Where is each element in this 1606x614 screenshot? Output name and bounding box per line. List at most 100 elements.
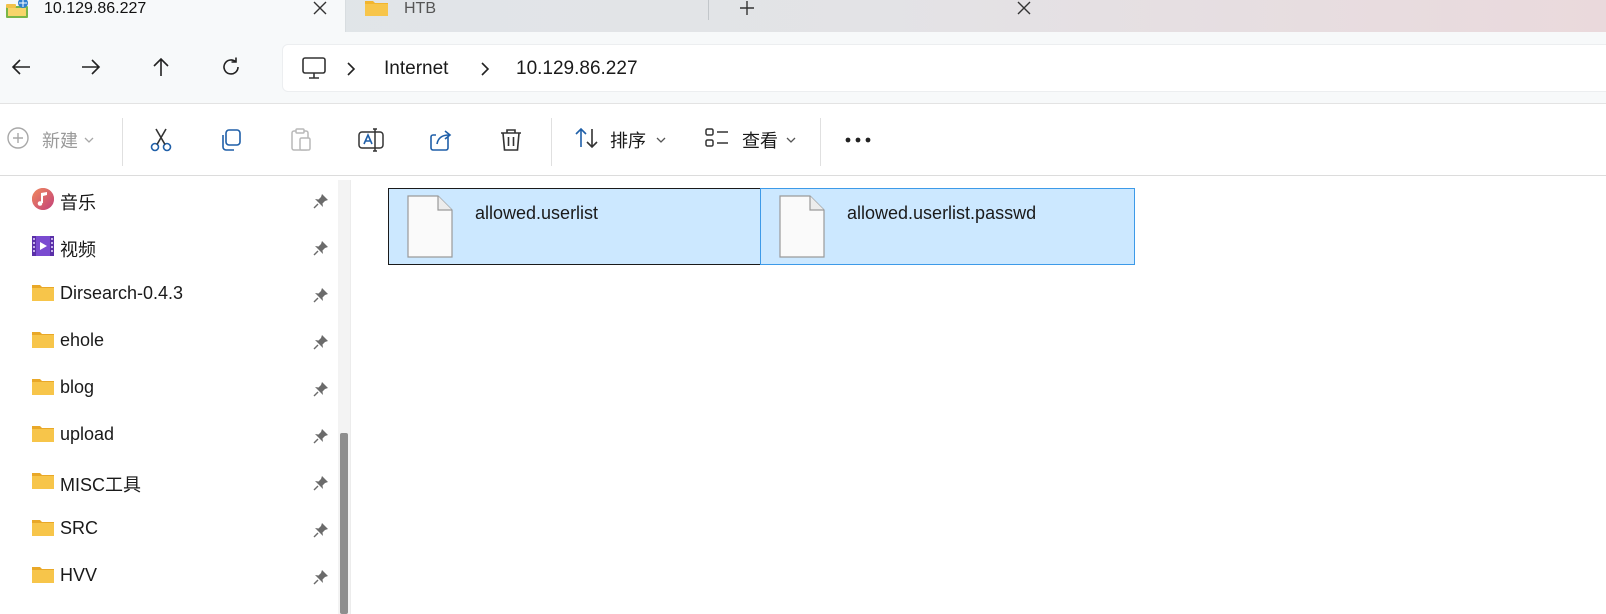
breadcrumb-internet[interactable]: Internet: [384, 58, 448, 80]
folder-icon: [31, 422, 55, 449]
pin-icon[interactable]: [312, 474, 330, 497]
sidebar-item-video[interactable]: 视频: [0, 227, 338, 269]
sidebar-item-misc-tools[interactable]: MISC工具: [0, 462, 338, 504]
tab-title: 10.129.86.227: [44, 0, 147, 17]
refresh-icon: [223, 57, 239, 75]
toolbar-divider: [122, 118, 123, 166]
scissors-icon: [150, 128, 172, 152]
sidebar-item-label: 视频: [60, 240, 96, 260]
sidebar-item-label: MISC工具: [60, 475, 141, 495]
pin-icon[interactable]: [312, 286, 330, 309]
share-icon: [430, 130, 452, 151]
tab-strip: 10.129.86.227 HTB: [0, 0, 1606, 32]
pin-icon[interactable]: [312, 239, 330, 262]
tab-htb[interactable]: HTB: [346, 0, 1031, 32]
chevron-down-icon: [786, 131, 796, 149]
toolbar-divider: [551, 118, 552, 166]
music-icon: [31, 187, 55, 216]
sort-label: 排序: [610, 131, 646, 151]
chevron-right-icon[interactable]: [479, 61, 491, 82]
view-button[interactable]: 查看: [704, 122, 796, 158]
folder-icon: [31, 328, 55, 355]
file-icon: [406, 195, 454, 264]
file-item-allowed-userlist-passwd[interactable]: allowed.userlist.passwd: [760, 188, 1135, 265]
rename-button[interactable]: [351, 122, 391, 158]
close-tab-icon[interactable]: [308, 0, 332, 19]
arrow-left-icon: [11, 59, 30, 75]
sidebar-item-label: SRC: [60, 518, 99, 538]
sidebar-scrollbar[interactable]: [338, 180, 350, 614]
copy-icon: [222, 129, 241, 151]
sidebar-item-upload[interactable]: upload: [0, 415, 338, 457]
back-button[interactable]: [6, 52, 36, 82]
chevron-down-icon: [84, 131, 94, 149]
file-icon: [778, 195, 826, 264]
sidebar-item-label: Dirsearch-0.4.3: [60, 283, 184, 303]
folder-icon: [31, 469, 55, 496]
rename-icon: [358, 128, 384, 152]
pin-icon[interactable]: [312, 380, 330, 403]
address-bar[interactable]: Internet 10.129.86.227: [282, 44, 1606, 92]
file-item-allowed-userlist[interactable]: allowed.userlist: [388, 188, 763, 265]
scrollbar-thumb[interactable]: [340, 433, 348, 614]
view-list-icon: [704, 126, 730, 155]
new-label: 新建: [42, 131, 78, 151]
tab-divider: [708, 0, 709, 20]
forward-button[interactable]: [76, 52, 106, 82]
pin-icon[interactable]: [312, 521, 330, 544]
pin-icon[interactable]: [312, 427, 330, 450]
sidebar-item-blog[interactable]: blog: [0, 368, 338, 410]
chevron-right-icon[interactable]: [345, 61, 357, 82]
plus-circle-icon: [6, 126, 30, 155]
navigation-pane: 音乐 视频 Dirsearch-0.4.3 ehole blog upload …: [0, 180, 338, 614]
trash-icon: [501, 129, 521, 151]
sidebar-item-label: upload: [60, 424, 115, 444]
more-options-button[interactable]: [838, 122, 878, 158]
navigation-bar: Internet 10.129.86.227: [0, 32, 1606, 104]
sidebar-item-label: 音乐: [60, 193, 96, 213]
close-tab-icon[interactable]: [1012, 0, 1036, 19]
sidebar-item-src[interactable]: SRC: [0, 509, 338, 551]
new-button[interactable]: 新建: [6, 122, 94, 158]
sidebar-item-label: blog: [60, 377, 95, 397]
sidebar-item-music[interactable]: 音乐: [0, 180, 338, 222]
sidebar-item-dirsearch[interactable]: Dirsearch-0.4.3: [0, 274, 338, 316]
sort-icon: [574, 126, 600, 155]
arrow-up-icon: [153, 57, 169, 76]
sidebar-item-label: ehole: [60, 330, 105, 350]
new-tab-button[interactable]: [734, 0, 760, 19]
ellipsis-icon: [845, 137, 871, 143]
sidebar-item-label: HVV: [60, 565, 98, 585]
tab-title: HTB: [404, 0, 436, 17]
sidebar-item-hvv[interactable]: HVV: [0, 556, 338, 598]
arrow-right-icon: [82, 59, 101, 75]
folder-icon: [364, 0, 390, 23]
this-pc-icon[interactable]: [301, 56, 327, 85]
folder-icon: [31, 563, 55, 590]
pane-splitter[interactable]: [350, 180, 358, 614]
copy-button[interactable]: [211, 122, 251, 158]
paste-icon: [291, 128, 311, 151]
folder-icon: [31, 375, 55, 402]
view-label: 查看: [742, 131, 778, 151]
refresh-button[interactable]: [216, 52, 246, 82]
breadcrumb-current[interactable]: 10.129.86.227: [516, 58, 638, 80]
pin-icon[interactable]: [312, 192, 330, 215]
pin-icon[interactable]: [312, 333, 330, 356]
sidebar-item-ehole[interactable]: ehole: [0, 321, 338, 363]
cut-button[interactable]: [141, 122, 181, 158]
delete-button[interactable]: [491, 122, 531, 158]
command-bar: 新建 排序 查看: [0, 108, 1606, 176]
file-list[interactable]: allowed.userlist allowed.userlist.passwd: [358, 180, 1606, 614]
tab-active[interactable]: 10.129.86.227: [0, 0, 346, 32]
file-name: allowed.userlist.passwd: [847, 203, 1037, 223]
pin-icon[interactable]: [312, 568, 330, 591]
share-button[interactable]: [421, 122, 461, 158]
up-button[interactable]: [146, 52, 176, 82]
chevron-down-icon: [656, 131, 666, 149]
paste-button[interactable]: [281, 122, 321, 158]
network-folder-icon: [4, 0, 32, 25]
file-name: allowed.userlist: [475, 203, 599, 223]
sort-button[interactable]: 排序: [574, 122, 666, 158]
video-icon: [31, 234, 55, 263]
